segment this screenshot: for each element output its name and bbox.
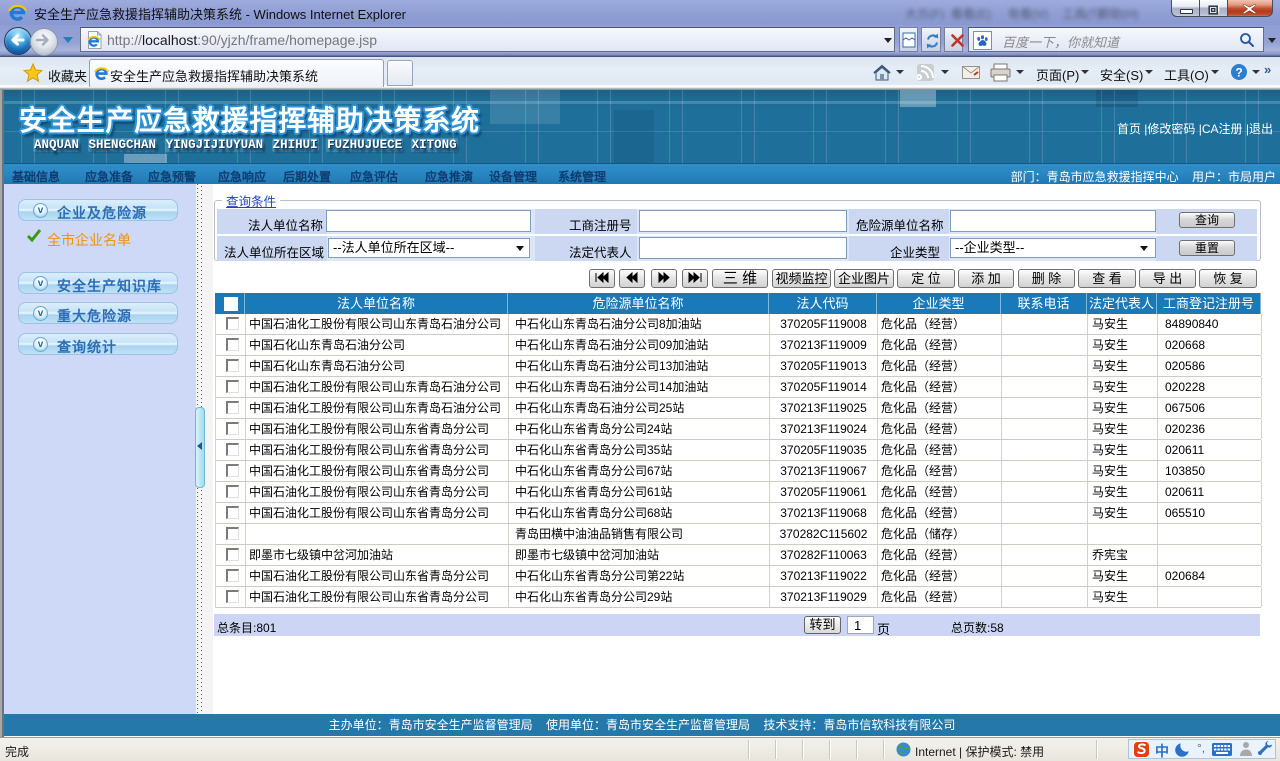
- svg-text:?: ?: [1235, 66, 1242, 80]
